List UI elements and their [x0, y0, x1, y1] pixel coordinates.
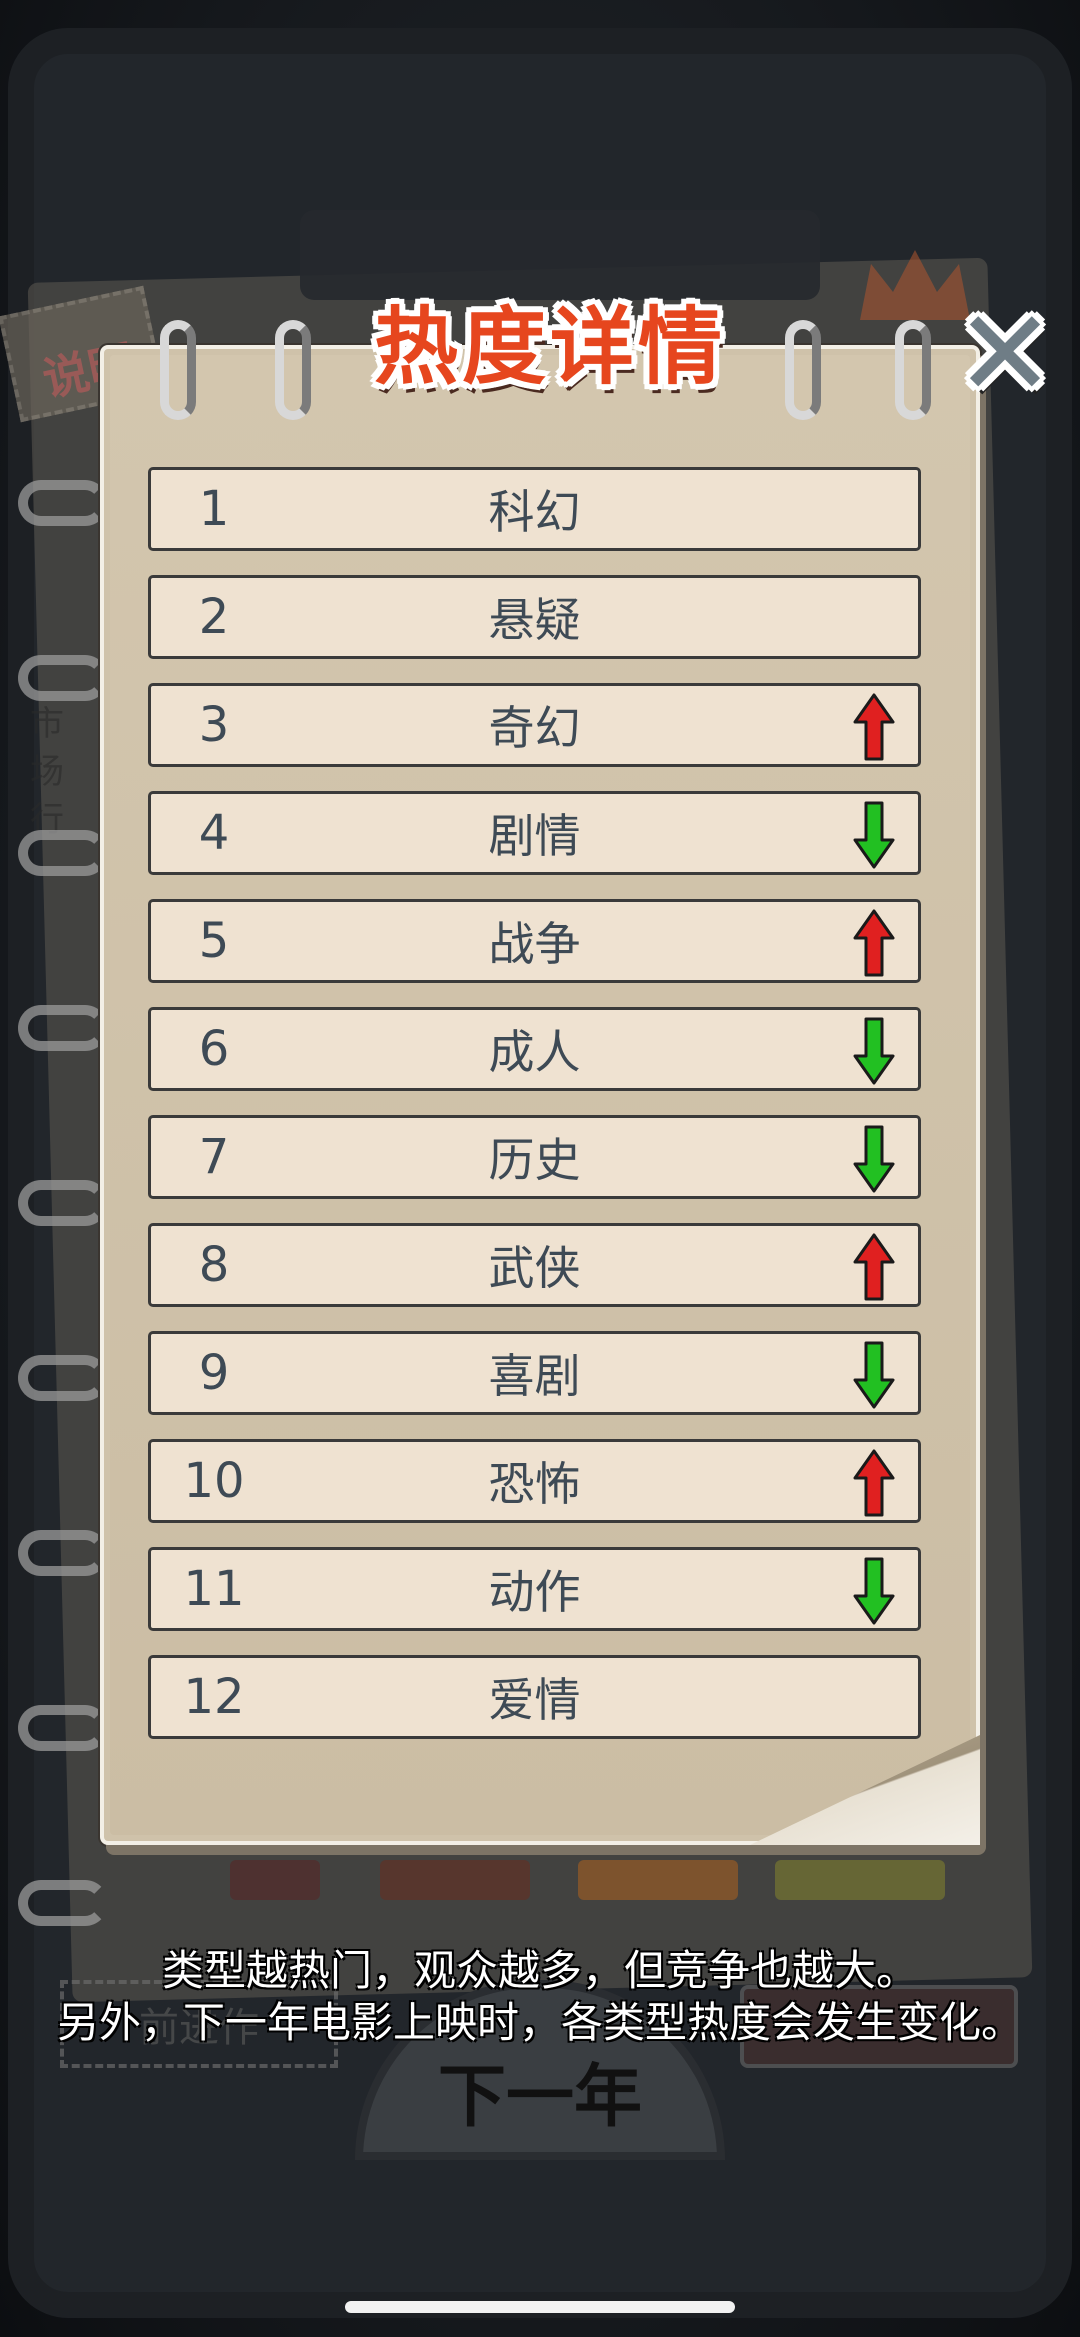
panel-title: 热度详情 [373, 297, 726, 396]
trend-up-arrow-icon [853, 1233, 895, 1301]
spiral-ring [18, 1180, 108, 1226]
genre-name: 喜剧 [488, 1349, 581, 1403]
genre-row: 5 战争 [148, 899, 921, 983]
background-item [578, 1860, 738, 1900]
spiral-ring [18, 1705, 108, 1751]
genre-row: 2 悬疑 [148, 575, 921, 659]
genre-row: 12 爱情 [148, 1655, 921, 1739]
trend-up-arrow-icon [853, 1449, 895, 1517]
trend-up-arrow-icon [853, 693, 895, 761]
game-screen: 说明 市场行 前进作 下一年 热度详情 ✕ 1 科幻 2 悬疑 3 奇幻 4 剧情 5 战争 6 成人… [0, 0, 1080, 2337]
trend-up-arrow-icon [853, 909, 895, 977]
genre-name: 历史 [488, 1133, 581, 1187]
close-button[interactable]: ✕ [950, 295, 1060, 415]
binder-ring [275, 320, 311, 420]
genre-row: 4 剧情 [148, 791, 921, 875]
binder-ring [895, 320, 931, 420]
genre-name: 科幻 [488, 485, 581, 539]
genre-name: 动作 [488, 1565, 581, 1619]
genre-row: 8 武侠 [148, 1223, 921, 1307]
genre-name: 悬疑 [488, 593, 581, 647]
genre-name: 爱情 [488, 1673, 581, 1727]
background-item [380, 1860, 530, 1900]
genre-row: 3 奇幻 [148, 683, 921, 767]
binder-ring [785, 320, 821, 420]
genre-heat-list: 1 科幻 2 悬疑 3 奇幻 4 剧情 5 战争 6 成人 7 历史 8 武侠 9 喜剧 10 恐怖 11 动作 12 爱情 [148, 467, 921, 1763]
background-side-text: 市场行 [30, 704, 64, 840]
spiral-ring [18, 1355, 108, 1401]
caption-line-2: 另外，下一年电影上映时，各类型热度会发生变化。 [56, 1998, 1023, 2047]
genre-row: 11 动作 [148, 1547, 921, 1631]
trend-down-arrow-icon [853, 801, 895, 869]
trend-down-arrow-icon [853, 1557, 895, 1625]
genre-row: 9 喜剧 [148, 1331, 921, 1415]
genre-name: 战争 [488, 917, 581, 971]
background-item [775, 1860, 945, 1900]
genre-name: 成人 [488, 1025, 581, 1079]
spiral-ring [18, 830, 108, 876]
genre-name: 奇幻 [488, 701, 581, 755]
trend-down-arrow-icon [853, 1125, 895, 1193]
trend-down-arrow-icon [853, 1017, 895, 1085]
caption-line-1: 类型越热门，观众越多，但竞争也越大。 [161, 1946, 918, 1995]
spiral-ring [18, 480, 108, 526]
title-wrap: 热度详情 [340, 280, 760, 400]
help-caption: 类型越热门，观众越多，但竞争也越大。 另外，下一年电影上映时，各类型热度会发生变… [0, 1945, 1080, 2049]
genre-row: 1 科幻 [148, 467, 921, 551]
trend-down-arrow-icon [853, 1341, 895, 1409]
spiral-ring [18, 1880, 108, 1926]
binder-ring [160, 320, 196, 420]
home-indicator[interactable] [345, 2301, 735, 2313]
spiral-ring [18, 655, 108, 701]
spiral-ring [18, 1530, 108, 1576]
genre-row: 6 成人 [148, 1007, 921, 1091]
genre-row: 10 恐怖 [148, 1439, 921, 1523]
spiral-ring [18, 1005, 108, 1051]
genre-row: 7 历史 [148, 1115, 921, 1199]
close-icon: ✕ [954, 285, 1056, 424]
genre-name: 恐怖 [488, 1457, 581, 1511]
genre-name: 武侠 [488, 1241, 581, 1295]
genre-name: 剧情 [488, 809, 581, 863]
background-item [230, 1860, 320, 1900]
